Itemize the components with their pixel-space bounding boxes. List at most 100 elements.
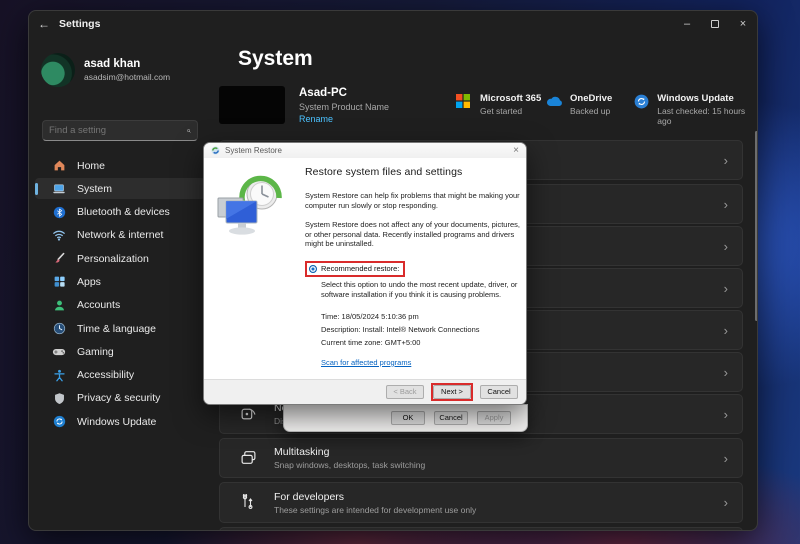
chevron-right-icon: ›	[723, 196, 728, 212]
system-properties-dialog: OK Cancel Apply	[283, 404, 528, 432]
nearby-sharing-icon	[240, 405, 258, 423]
dialog-cancel-button[interactable]: Cancel	[480, 385, 518, 399]
quick-title: Microsoft 365	[480, 93, 542, 104]
maximize-icon	[711, 20, 719, 28]
apply-button[interactable]: Apply	[477, 411, 511, 425]
sidebar-item-gaming[interactable]: Gaming	[35, 341, 205, 362]
row-subtitle: These settings are intended for developm…	[274, 504, 477, 515]
dialog-title: System Restore	[225, 146, 282, 155]
back-icon[interactable]: ←	[29, 17, 59, 31]
cancel-button[interactable]: Cancel	[434, 411, 468, 425]
row-label: Multitasking	[274, 446, 330, 458]
sidebar-item-label: Home	[77, 159, 106, 172]
quick-subtitle: Backed up	[570, 106, 611, 116]
sidebar-item-system[interactable]: System	[35, 178, 205, 200]
restore-description: Description: Install: Intel® Network Con…	[321, 324, 480, 334]
quick-subtitle: Get started	[480, 106, 523, 116]
dialog-titlebar: System Restore ×	[204, 143, 526, 158]
multitasking-icon	[240, 449, 258, 467]
sidebar-item-accessibility[interactable]: Accessibility	[35, 365, 205, 386]
chevron-right-icon: ›	[723, 322, 728, 338]
row-subtitle: Snap windows, desktops, task switching	[274, 460, 426, 470]
restore-timezone: Current time zone: GMT+5:00	[321, 337, 421, 347]
sidebar-item-privacy-security[interactable]: Privacy & security	[35, 388, 205, 409]
dialog-paragraph-2: System Restore does not affect any of yo…	[305, 219, 520, 249]
quick-title: Windows Update	[657, 93, 734, 104]
sidebar-item-windows-update[interactable]: Windows Update	[35, 411, 205, 432]
sidebar-item-label: Personalization	[77, 252, 149, 265]
clock-globe-icon	[51, 321, 67, 337]
sidebar-item-label: Windows Update	[77, 415, 157, 428]
ok-button[interactable]: OK	[391, 411, 425, 425]
quick-status-windows-update[interactable]: Windows Update Last checked: 15 hours ag…	[634, 93, 757, 126]
system-restore-dialog: System Restore × Restore system files an…	[203, 142, 527, 405]
quick-status-microsoft-365[interactable]: Microsoft 365 Get started	[456, 93, 541, 116]
user-profile[interactable]: asad khan asadsim@hotmail.com	[41, 53, 170, 87]
search-box[interactable]	[42, 120, 198, 141]
sidebar-item-bluetooth-devices[interactable]: Bluetooth & devices	[35, 202, 205, 223]
wifi-icon	[51, 227, 67, 243]
sidebar-item-apps[interactable]: Apps	[35, 271, 205, 292]
avatar	[41, 53, 75, 87]
sidebar-item-label: Privacy & security	[77, 392, 161, 405]
chevron-right-icon: ›	[723, 280, 728, 296]
user-email: asadsim@hotmail.com	[84, 72, 171, 82]
scan-affected-programs-link[interactable]: Scan for affected programs	[321, 358, 411, 368]
rename-link[interactable]: Rename	[299, 114, 333, 124]
radio-selected-icon[interactable]	[309, 265, 317, 274]
sidebar-item-personalization[interactable]: Personalization	[35, 248, 205, 269]
sidebar-item-home[interactable]: Home	[35, 155, 205, 176]
apps-icon	[51, 274, 67, 290]
maximize-button[interactable]	[701, 11, 729, 37]
home-icon	[51, 158, 67, 174]
titlebar: ← Settings – ×	[29, 11, 757, 37]
scrollbar[interactable]	[755, 131, 757, 321]
close-button[interactable]: ×	[729, 11, 757, 37]
sidebar-item-accounts[interactable]: Accounts	[35, 295, 205, 316]
accessibility-icon	[51, 367, 67, 383]
search-input[interactable]	[43, 125, 187, 136]
settings-row-for-developers[interactable]: For developers These settings are intend…	[219, 482, 743, 523]
row-label: For developers	[274, 490, 345, 503]
device-model: System Product Name	[299, 102, 390, 112]
settings-row-multitasking[interactable]: Multitasking Snap windows, desktops, tas…	[219, 438, 743, 478]
sidebar-item-label: System	[77, 182, 113, 195]
window-title: Settings	[59, 18, 101, 30]
sidebar-item-network-internet[interactable]: Network & internet	[35, 225, 205, 246]
system-restore-app-icon	[211, 146, 220, 155]
developers-icon	[240, 492, 258, 512]
settings-row-partial[interactable]	[219, 527, 743, 530]
sidebar: asad khan asadsim@hotmail.com Home Syste…	[29, 37, 211, 530]
dialog-heading: Restore system files and settings	[305, 166, 463, 178]
minimize-button[interactable]: –	[673, 11, 701, 37]
shield-icon	[51, 390, 67, 406]
restore-time: Time: 18/05/2024 5:10:36 pm	[321, 311, 419, 321]
chevron-right-icon: ›	[723, 152, 728, 168]
bluetooth-icon	[51, 204, 67, 220]
windows-update-icon	[634, 94, 649, 110]
sidebar-item-label: Gaming	[77, 345, 114, 358]
quick-subtitle: Last checked: 15 hours ago	[657, 106, 746, 126]
dialog-paragraph-1: System Restore can help fix problems tha…	[305, 190, 520, 210]
recommended-description: Select this option to undo the most rece…	[321, 280, 518, 300]
dialog-close-icon[interactable]: ×	[513, 145, 519, 156]
next-button[interactable]: Next >	[433, 385, 471, 399]
recommended-restore-radio[interactable]: Recommended restore:	[305, 261, 406, 278]
user-name: asad khan	[84, 58, 141, 70]
back-button[interactable]: < Back	[386, 385, 424, 399]
sidebar-item-time-language[interactable]: Time & language	[35, 318, 205, 339]
brush-icon	[51, 251, 67, 267]
sidebar-item-label: Time & language	[77, 322, 156, 335]
page-title: System	[238, 47, 313, 70]
sidebar-item-label: Accounts	[77, 299, 121, 312]
dialog-footer: < Back Next > Cancel	[204, 379, 526, 404]
sidebar-item-label: Bluetooth & devices	[77, 206, 170, 219]
chevron-right-icon: ›	[723, 364, 728, 380]
quick-title: OneDrive	[570, 93, 613, 104]
next-button-highlight: Next >	[431, 383, 473, 401]
chevron-right-icon: ›	[723, 450, 728, 466]
update-icon	[51, 414, 67, 430]
chevron-right-icon: ›	[723, 238, 728, 254]
onedrive-cloud-icon	[546, 94, 562, 110]
quick-status-onedrive[interactable]: OneDrive Backed up	[546, 93, 612, 116]
